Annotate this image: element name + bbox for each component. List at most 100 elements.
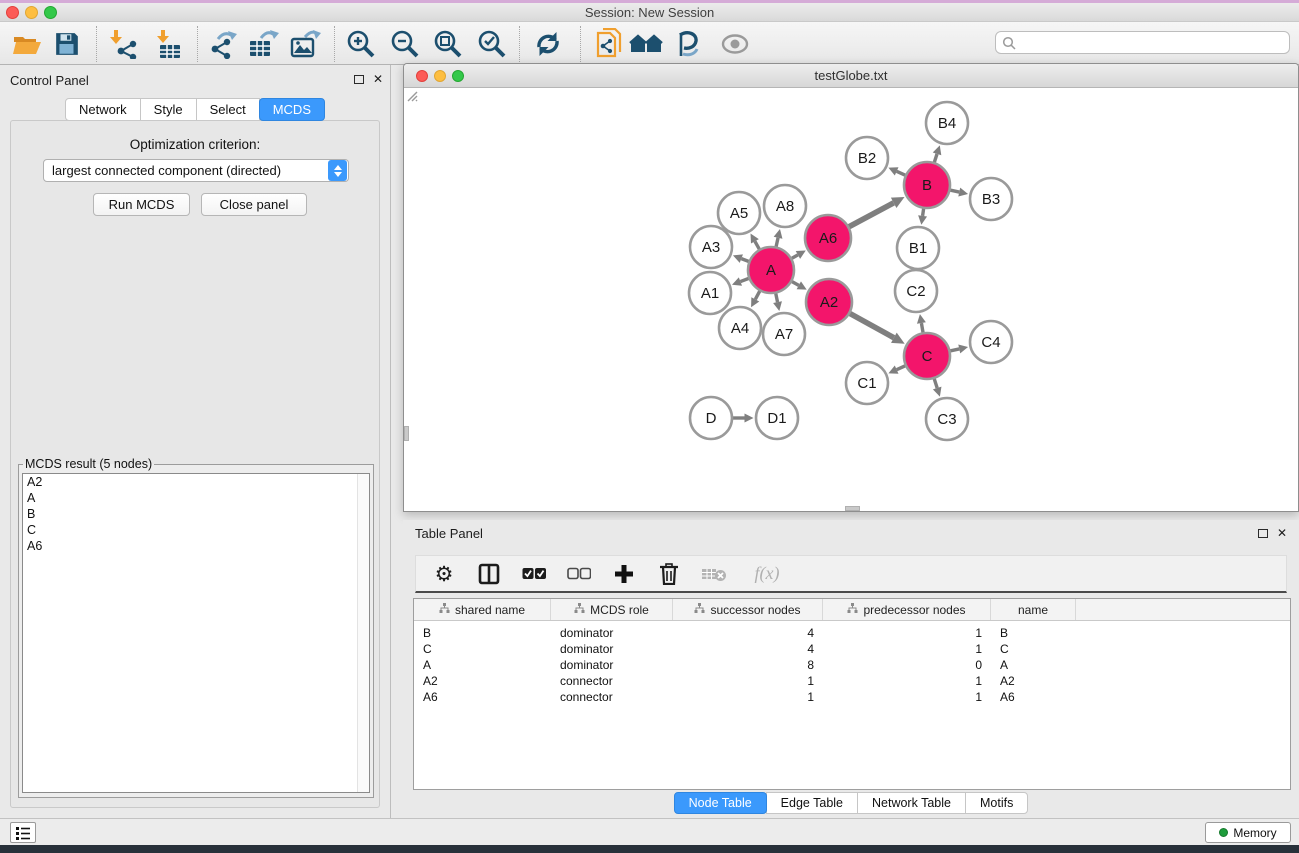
clone-network-icon <box>595 28 623 60</box>
result-item-a6[interactable]: A6 <box>23 538 369 554</box>
table-row[interactable]: A2connector11A2 <box>414 673 1290 689</box>
help-button[interactable] <box>672 27 706 61</box>
import-network-button[interactable] <box>106 27 140 61</box>
optimization-criterion-label: Optimization criterion: <box>11 137 379 152</box>
close-panel-icon[interactable]: ✕ <box>373 74 383 84</box>
home-button[interactable] <box>629 27 663 61</box>
toolbar-separator <box>197 26 198 62</box>
select-all-button[interactable] <box>520 560 548 588</box>
search-field[interactable] <box>995 31 1290 54</box>
memory-label: Memory <box>1233 826 1276 840</box>
toolbar-separator <box>519 26 520 62</box>
graph-node-label: A3 <box>702 239 720 256</box>
column-header-shared-name[interactable]: shared name <box>414 599 551 620</box>
run-mcds-button[interactable]: Run MCDS <box>93 193 190 216</box>
save-session-button[interactable] <box>50 27 84 61</box>
result-item-a2[interactable]: A2 <box>23 474 369 490</box>
zoom-selected-icon <box>477 29 507 59</box>
table-cell: 4 <box>673 626 823 640</box>
control-panel-tabs: NetworkStyleSelectMCDS <box>0 98 390 121</box>
float-panel-icon[interactable] <box>1258 529 1268 538</box>
import-table-button[interactable] <box>150 27 184 61</box>
tab-network[interactable]: Network <box>65 98 141 121</box>
zoom-out-button[interactable] <box>388 27 422 61</box>
result-item-b[interactable]: B <box>23 506 369 522</box>
table-settings-button[interactable]: ⚙ <box>430 560 458 588</box>
search-input[interactable] <box>1016 36 1289 50</box>
table-row[interactable]: Bdominator41B <box>414 625 1290 641</box>
import-network-icon <box>108 29 138 59</box>
export-table-button[interactable] <box>246 27 280 61</box>
edge-arrowhead <box>958 188 968 197</box>
table-cell: B <box>991 626 1076 640</box>
network-canvas[interactable]: B4B2BB3A5A8A6B1A3AC2A1A2A4A7C4CC1C3DD1 <box>404 88 1298 511</box>
tab-mcds[interactable]: MCDS <box>259 98 325 121</box>
table-body: Bdominator41BCdominator41CAdominator80AA… <box>414 625 1290 705</box>
mcds-result-list[interactable]: A2ABCA6 <box>22 473 370 793</box>
home-icon <box>629 31 663 57</box>
float-panel-icon[interactable] <box>354 75 364 84</box>
tab-node-table[interactable]: Node Table <box>674 792 767 814</box>
vertical-scroll-nub[interactable] <box>404 426 409 441</box>
graph-node-label: A7 <box>775 326 793 343</box>
column-label: predecessor nodes <box>863 603 965 617</box>
result-list-scrollbar[interactable] <box>357 474 369 792</box>
tab-style[interactable]: Style <box>140 98 197 121</box>
table-row[interactable]: Cdominator41C <box>414 641 1290 657</box>
criterion-dropdown[interactable]: largest connected component (directed) <box>43 159 349 182</box>
tab-edge-table[interactable]: Edge Table <box>766 792 858 814</box>
zoom-selected-button[interactable] <box>475 27 509 61</box>
graph-node-label: A <box>766 262 776 279</box>
column-header-mcds-role[interactable]: MCDS role <box>551 599 673 620</box>
result-item-c[interactable]: C <box>23 522 369 538</box>
open-session-button[interactable] <box>10 27 44 61</box>
zoom-in-icon <box>346 29 376 59</box>
network-graph: B4B2BB3A5A8A6B1A3AC2A1A2A4A7C4CC1C3DD1 <box>404 88 1298 511</box>
table-cell: 0 <box>823 658 991 672</box>
table-cell: 1 <box>673 674 823 688</box>
memory-button[interactable]: Memory <box>1205 822 1291 843</box>
table-cell: 1 <box>673 690 823 704</box>
export-network-button[interactable] <box>206 27 240 61</box>
result-item-a[interactable]: A <box>23 490 369 506</box>
table-cell: connector <box>551 690 673 704</box>
column-header-predecessor-nodes[interactable]: predecessor nodes <box>823 599 991 620</box>
function-builder-button[interactable]: f(x) <box>745 560 789 588</box>
delete-row-button[interactable] <box>655 560 683 588</box>
edge-arrowhead <box>958 345 968 354</box>
task-history-button[interactable] <box>10 822 36 843</box>
resize-grip-icon[interactable] <box>404 88 418 102</box>
mcds-result-box: MCDS result (5 nodes) A2ABCA6 <box>18 457 374 798</box>
close-panel-button[interactable]: Close panel <box>201 193 307 216</box>
tab-select[interactable]: Select <box>196 98 260 121</box>
add-row-button[interactable] <box>610 560 638 588</box>
column-header-name[interactable]: name <box>991 599 1076 620</box>
graph-node-label: A1 <box>701 285 719 302</box>
table-row[interactable]: A6connector11A6 <box>414 689 1290 705</box>
graph-node-label: B3 <box>982 191 1000 208</box>
delete-table-button[interactable] <box>700 560 728 588</box>
export-image-button[interactable] <box>288 27 322 61</box>
export-network-icon <box>208 29 238 59</box>
edge-arrowhead <box>933 387 942 397</box>
tab-network-table[interactable]: Network Table <box>857 792 966 814</box>
column-header-successor-nodes[interactable]: successor nodes <box>673 599 823 620</box>
open-folder-icon <box>12 31 42 57</box>
table-row[interactable]: Adominator80A <box>414 657 1290 673</box>
show-hide-button[interactable] <box>718 27 752 61</box>
table-cell: dominator <box>551 642 673 656</box>
column-layout-button[interactable] <box>475 560 503 588</box>
deselect-all-button[interactable] <box>565 560 593 588</box>
graph-node-label: B1 <box>909 240 927 257</box>
table-cell: A6 <box>414 690 551 704</box>
horizontal-scroll-nub[interactable] <box>845 506 860 511</box>
columns-icon <box>478 563 500 585</box>
graph-node-label: A4 <box>731 320 749 337</box>
zoom-in-button[interactable] <box>344 27 378 61</box>
table-cell: dominator <box>551 658 673 672</box>
tab-motifs[interactable]: Motifs <box>965 792 1028 814</box>
zoom-fit-button[interactable] <box>431 27 465 61</box>
close-panel-icon[interactable]: ✕ <box>1277 528 1287 538</box>
refresh-button[interactable] <box>531 27 565 61</box>
clone-network-button[interactable] <box>592 27 626 61</box>
